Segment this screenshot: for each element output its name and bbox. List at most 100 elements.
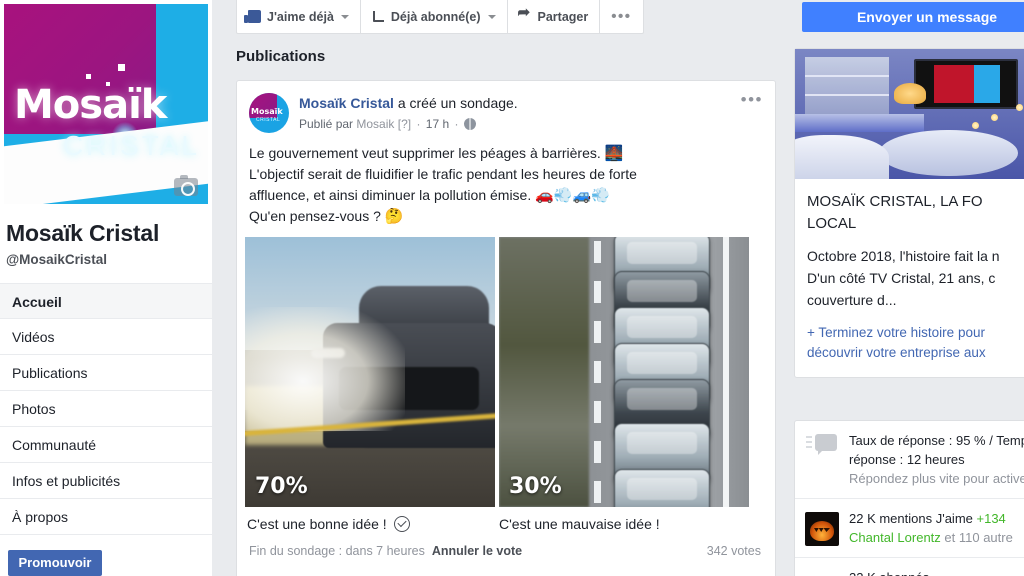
main-content-column: J'aime déjà Déjà abonné(e) Partager ••• … bbox=[220, 0, 776, 576]
likes-delta: +134 bbox=[976, 511, 1006, 526]
page-title: Mosaïk Cristal bbox=[6, 220, 160, 246]
lane-dash bbox=[594, 281, 601, 303]
response-rate-text: Taux de réponse : 95 % / Temp réponse : … bbox=[849, 431, 1024, 488]
ellipsis-icon: ••• bbox=[611, 8, 632, 25]
post-body-text: Le gouvernement veut supprimer les péage… bbox=[237, 133, 775, 237]
avatar-logo-text: Mosaïk bbox=[251, 107, 283, 116]
post-body-line-1: Le gouvernement veut supprimer les péage… bbox=[249, 145, 601, 161]
response-rate-row: Taux de réponse : 95 % / Temp réponse : … bbox=[795, 421, 1024, 499]
cover-logo-main-text: Mosaïk bbox=[14, 82, 167, 128]
post-meta-separator: · bbox=[416, 117, 421, 131]
likes-count-line: 22 K mentions J'aime +134 bbox=[849, 509, 1013, 528]
sidebar-item-publications[interactable]: Publications bbox=[0, 355, 212, 391]
cars-emoji-icon: 🚗💨🚙💨 bbox=[535, 187, 610, 204]
post-action-text: a créé un sondage. bbox=[397, 95, 518, 111]
cover-logo-sub-text: CRISTAL bbox=[62, 130, 200, 161]
chevron-down-icon bbox=[340, 14, 349, 19]
right-sidebar: Envoyer un message MOSAÏK CRISTAL, LA FO bbox=[790, 0, 1024, 576]
facebook-page-screenshot: Mosaïk CRISTAL Mosaïk Cristal @MosaikCri… bbox=[0, 0, 1024, 576]
story-text-line-2: D'un côté TV Cristal, 21 ans, c bbox=[807, 270, 996, 286]
studio-tv-screen bbox=[914, 59, 1019, 109]
dust-cloud bbox=[245, 307, 405, 432]
publications-section-title: Publications bbox=[236, 48, 326, 65]
story-body: Octobre 2018, l'histoire fait la n D'un … bbox=[795, 235, 1024, 311]
poll-option-2-label: C'est une mauvaise idée ! bbox=[499, 516, 660, 532]
share-button[interactable]: Partager bbox=[508, 0, 601, 33]
likes-text: 22 K mentions J'aime +134 Chantal Lorent… bbox=[849, 509, 1013, 547]
like-button-label: J'aime déjà bbox=[267, 9, 334, 24]
left-sidebar: Mosaïk CRISTAL Mosaïk Cristal @MosaikCri… bbox=[0, 0, 212, 576]
post-menu-button[interactable]: ••• bbox=[741, 91, 763, 108]
people-icon bbox=[805, 568, 839, 576]
chevron-down-icon bbox=[487, 14, 496, 19]
camera-icon[interactable] bbox=[174, 175, 198, 196]
studio-counter bbox=[795, 114, 924, 133]
poll-option-2[interactable]: C'est une mauvaise idée ! bbox=[499, 516, 751, 532]
avatar-logo-sub: CRISTAL bbox=[256, 117, 281, 123]
page-handle: @MosaikCristal bbox=[6, 252, 107, 267]
send-message-button[interactable]: Envoyer un message bbox=[802, 2, 1024, 32]
studio-shelf bbox=[804, 56, 890, 117]
finish-story-link[interactable]: + Terminez votre histoire pour découvrir… bbox=[795, 311, 1024, 377]
thinking-emoji-icon: 🤔 bbox=[384, 208, 404, 225]
check-circle-icon bbox=[393, 516, 410, 532]
share-arrow-icon bbox=[518, 5, 532, 23]
sidebar-item-infos-et-publicites[interactable]: Infos et publicités bbox=[0, 463, 212, 499]
followers-count: 22 K abonnés bbox=[849, 568, 929, 576]
rss-follow-icon bbox=[372, 10, 385, 23]
story-title-line-1: MOSAÏK CRISTAL, LA FO bbox=[807, 193, 983, 210]
studio-lamp bbox=[894, 82, 927, 104]
post-timestamp[interactable]: 17 h bbox=[426, 117, 449, 131]
like-button[interactable]: J'aime déjà bbox=[237, 0, 361, 33]
story-cover-image[interactable] bbox=[795, 49, 1024, 179]
page-action-bar: J'aime déjà Déjà abonné(e) Partager ••• bbox=[236, 0, 644, 34]
story-link-line-1: + Terminez votre histoire pour bbox=[807, 325, 985, 340]
sidebar-item-communaute[interactable]: Communauté bbox=[0, 427, 212, 463]
post-body-line-3: affluence, et ainsi diminuer la pollutio… bbox=[249, 187, 532, 203]
more-options-button[interactable]: ••• bbox=[600, 0, 642, 33]
post-header: Mosaïk CRISTAL Mosaïk Cristal a créé un … bbox=[237, 81, 775, 133]
post-meta-line: Publié par Mosaik [?] · 17 h · bbox=[299, 115, 518, 133]
avatar[interactable]: Mosaïk CRISTAL bbox=[249, 93, 289, 133]
poll-footer: Fin du sondage : dans 7 heures Annuler l… bbox=[237, 532, 775, 558]
story-title-line-2: LOCAL bbox=[807, 215, 857, 232]
sidebar-item-videos[interactable]: Vidéos bbox=[0, 319, 212, 355]
story-text-line-1: Octobre 2018, l'histoire fait la n bbox=[807, 248, 1000, 264]
followers-row: 22 K abonnés bbox=[795, 558, 1024, 576]
follow-button-label: Déjà abonné(e) bbox=[390, 9, 481, 24]
post-published-by-prefix: Publié par bbox=[299, 117, 354, 131]
post-published-marker: [?] bbox=[397, 117, 412, 131]
response-rate-line-2: réponse : 12 heures bbox=[849, 452, 965, 467]
user-avatar-icon bbox=[805, 509, 839, 547]
road-solid-line bbox=[723, 237, 729, 507]
poll-option-2-percent: 30% bbox=[509, 474, 562, 499]
sidebar-item-a-propos[interactable]: À propos bbox=[0, 499, 212, 535]
post-meta-separator-2: · bbox=[454, 117, 459, 131]
poll-option-2-image[interactable]: 30% bbox=[499, 237, 749, 507]
tv-logo-blue bbox=[974, 65, 1001, 104]
studio-sofa bbox=[795, 134, 890, 179]
cancel-vote-button[interactable]: Annuler le vote bbox=[432, 544, 522, 558]
likes-count: 22 K mentions J'aime bbox=[849, 511, 973, 526]
sidebar-nav: Accueil Vidéos Publications Photos Commu… bbox=[0, 283, 212, 535]
tv-logo-red bbox=[934, 65, 975, 104]
liker-name[interactable]: Chantal Lorentz bbox=[849, 530, 941, 545]
page-cover-photo[interactable]: Mosaïk CRISTAL bbox=[4, 4, 208, 204]
column-gutter bbox=[777, 0, 789, 576]
post-published-by-name[interactable]: Mosaik bbox=[356, 117, 394, 131]
globe-icon bbox=[463, 118, 476, 130]
poll-option-1[interactable]: C'est une bonne idée ! bbox=[247, 516, 499, 532]
share-button-label: Partager bbox=[537, 9, 589, 24]
promote-button[interactable]: Promouvoir bbox=[8, 550, 102, 576]
lane-dash bbox=[594, 481, 601, 503]
sidebar-item-photos[interactable]: Photos bbox=[0, 391, 212, 427]
studio-light-bulb bbox=[971, 121, 979, 129]
poll-images: 70% 30% bbox=[237, 237, 775, 507]
poll-option-labels: C'est une bonne idée ! C'est une mauvais… bbox=[237, 507, 775, 532]
follow-button[interactable]: Déjà abonné(e) bbox=[361, 0, 508, 33]
post-author-name[interactable]: Mosaïk Cristal bbox=[299, 95, 394, 111]
sidebar-item-accueil[interactable]: Accueil bbox=[0, 283, 212, 319]
poll-option-1-image[interactable]: 70% bbox=[245, 237, 495, 507]
lane-dash bbox=[594, 321, 601, 343]
thumbs-up-icon bbox=[244, 10, 261, 23]
